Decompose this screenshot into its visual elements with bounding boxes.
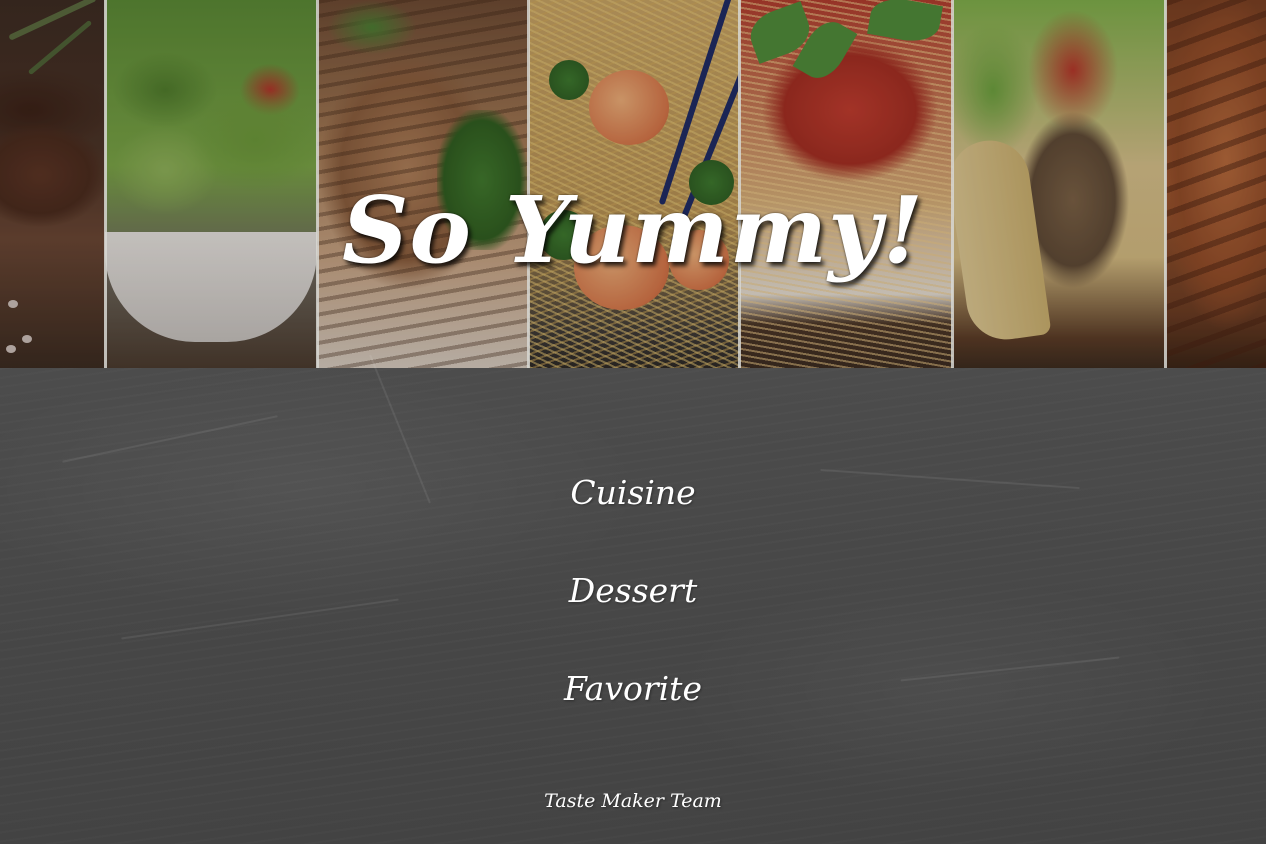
nav-menu: Cuisine Dessert Favorite (0, 444, 1266, 738)
nav-link-dessert[interactable]: Dessert (555, 567, 711, 615)
hero-banner: So Yummy! (0, 0, 1266, 368)
footer-credit: Taste Maker Team (544, 790, 722, 812)
chalkboard-menu-area: Cuisine Dessert Favorite Taste Maker Tea… (0, 354, 1266, 844)
nav-item-dessert: Dessert (0, 542, 1266, 640)
nav-item-favorite: Favorite (0, 640, 1266, 738)
nav-item-cuisine: Cuisine (0, 444, 1266, 542)
nav-link-favorite[interactable]: Favorite (550, 665, 716, 713)
page: So Yummy! Cuisine Dessert Favorite Taste… (0, 0, 1266, 844)
nav-link-cuisine[interactable]: Cuisine (556, 469, 709, 517)
site-title: So Yummy! (342, 175, 924, 284)
